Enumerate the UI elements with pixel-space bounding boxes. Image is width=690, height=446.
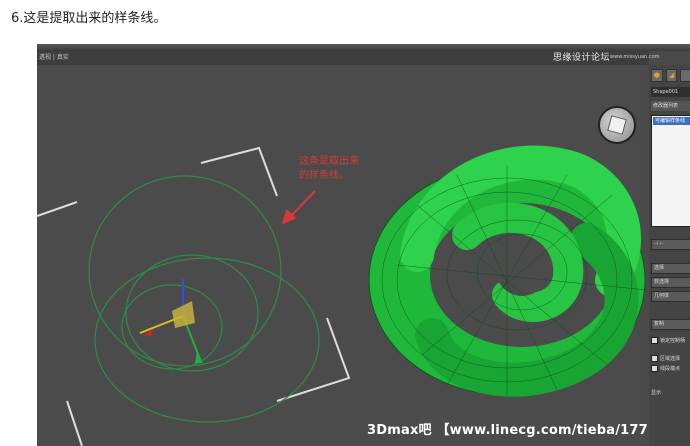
copy-button[interactable]: 复制: [651, 319, 690, 330]
annotation-arrow: [281, 190, 316, 225]
spline-annotation: 这条是取出来 的样条线。: [299, 155, 359, 183]
transform-gizmo: [139, 279, 203, 363]
rollout-soft-selection[interactable]: 软选择: [651, 277, 690, 288]
display-label: 显示: [651, 390, 662, 396]
safe-frame-corner-bottom-right: [276, 317, 351, 402]
viewcube-navigation[interactable]: [598, 106, 636, 144]
checkbox-label: 区域选择: [660, 356, 681, 362]
torus-knot-mesh: [368, 145, 647, 397]
stack-item-editable-spline[interactable]: 可编辑样条线: [653, 117, 690, 125]
annotation-line-1: 这条是取出来: [299, 156, 359, 167]
safe-frame-corner-left: [37, 201, 78, 217]
gizmo-y-arrow: [195, 351, 203, 363]
rollout-selection[interactable]: 选择: [651, 263, 690, 274]
checkbox-box[interactable]: [651, 365, 658, 372]
hierarchy-tab-icon[interactable]: [680, 69, 690, 82]
checkbox-label: 线段端点: [660, 366, 681, 372]
safe-frame-corner-bottom-left: [66, 400, 83, 446]
forum-watermark: 3Dmax吧 【www.linecg.com/tieba/1771】: [367, 423, 671, 438]
extracted-spline: [88, 175, 320, 423]
page-caption: 6.这是提取出来的样条线。: [11, 11, 167, 26]
3dsmax-screenshot: 透视 | 真实 思缘设计论坛 www.missyuan.com 这条是取出来 的…: [37, 44, 690, 446]
spline-loop-4: [121, 284, 223, 370]
checkbox-lock-handles[interactable]: 锁定控制柄: [651, 337, 690, 345]
checkbox-box[interactable]: [651, 355, 658, 362]
checkbox-area-selection[interactable]: 区域选择: [651, 355, 690, 363]
rollout-geometry[interactable]: 几何体: [651, 291, 690, 302]
checkbox-segment-end[interactable]: 线段端点: [651, 365, 690, 373]
checkbox-box[interactable]: [651, 337, 658, 344]
perspective-viewport[interactable]: 这条是取出来 的样条线。: [37, 65, 647, 446]
safe-frame-corner-top: [200, 146, 278, 197]
modifier-stack[interactable]: 可编辑样条线: [651, 115, 690, 227]
viewport-label-text: 透视 | 真实: [39, 54, 69, 61]
create-tab-icon[interactable]: ●: [651, 69, 663, 82]
annotation-line-2: 的样条线。: [299, 170, 349, 181]
checkbox-label: 锁定控制柄: [660, 338, 686, 344]
modify-tab-icon[interactable]: ◢: [665, 69, 678, 82]
viewport-canvas[interactable]: [37, 65, 647, 446]
object-name-field[interactable]: Shape001: [651, 87, 690, 97]
command-panel: ● ◢ Shape001 修改器列表 可编辑样条线 ⊣ ⊢ 选择 软选择 几何体…: [649, 65, 690, 446]
stack-controls[interactable]: ⊣ ⊢: [651, 239, 690, 250]
modifier-list-dropdown[interactable]: 修改器列表: [651, 101, 690, 111]
site-logo-url: www.missyuan.com: [610, 54, 660, 60]
command-panel-tabs: ● ◢: [649, 69, 690, 83]
site-logo-text: 思缘设计论坛: [553, 53, 611, 63]
